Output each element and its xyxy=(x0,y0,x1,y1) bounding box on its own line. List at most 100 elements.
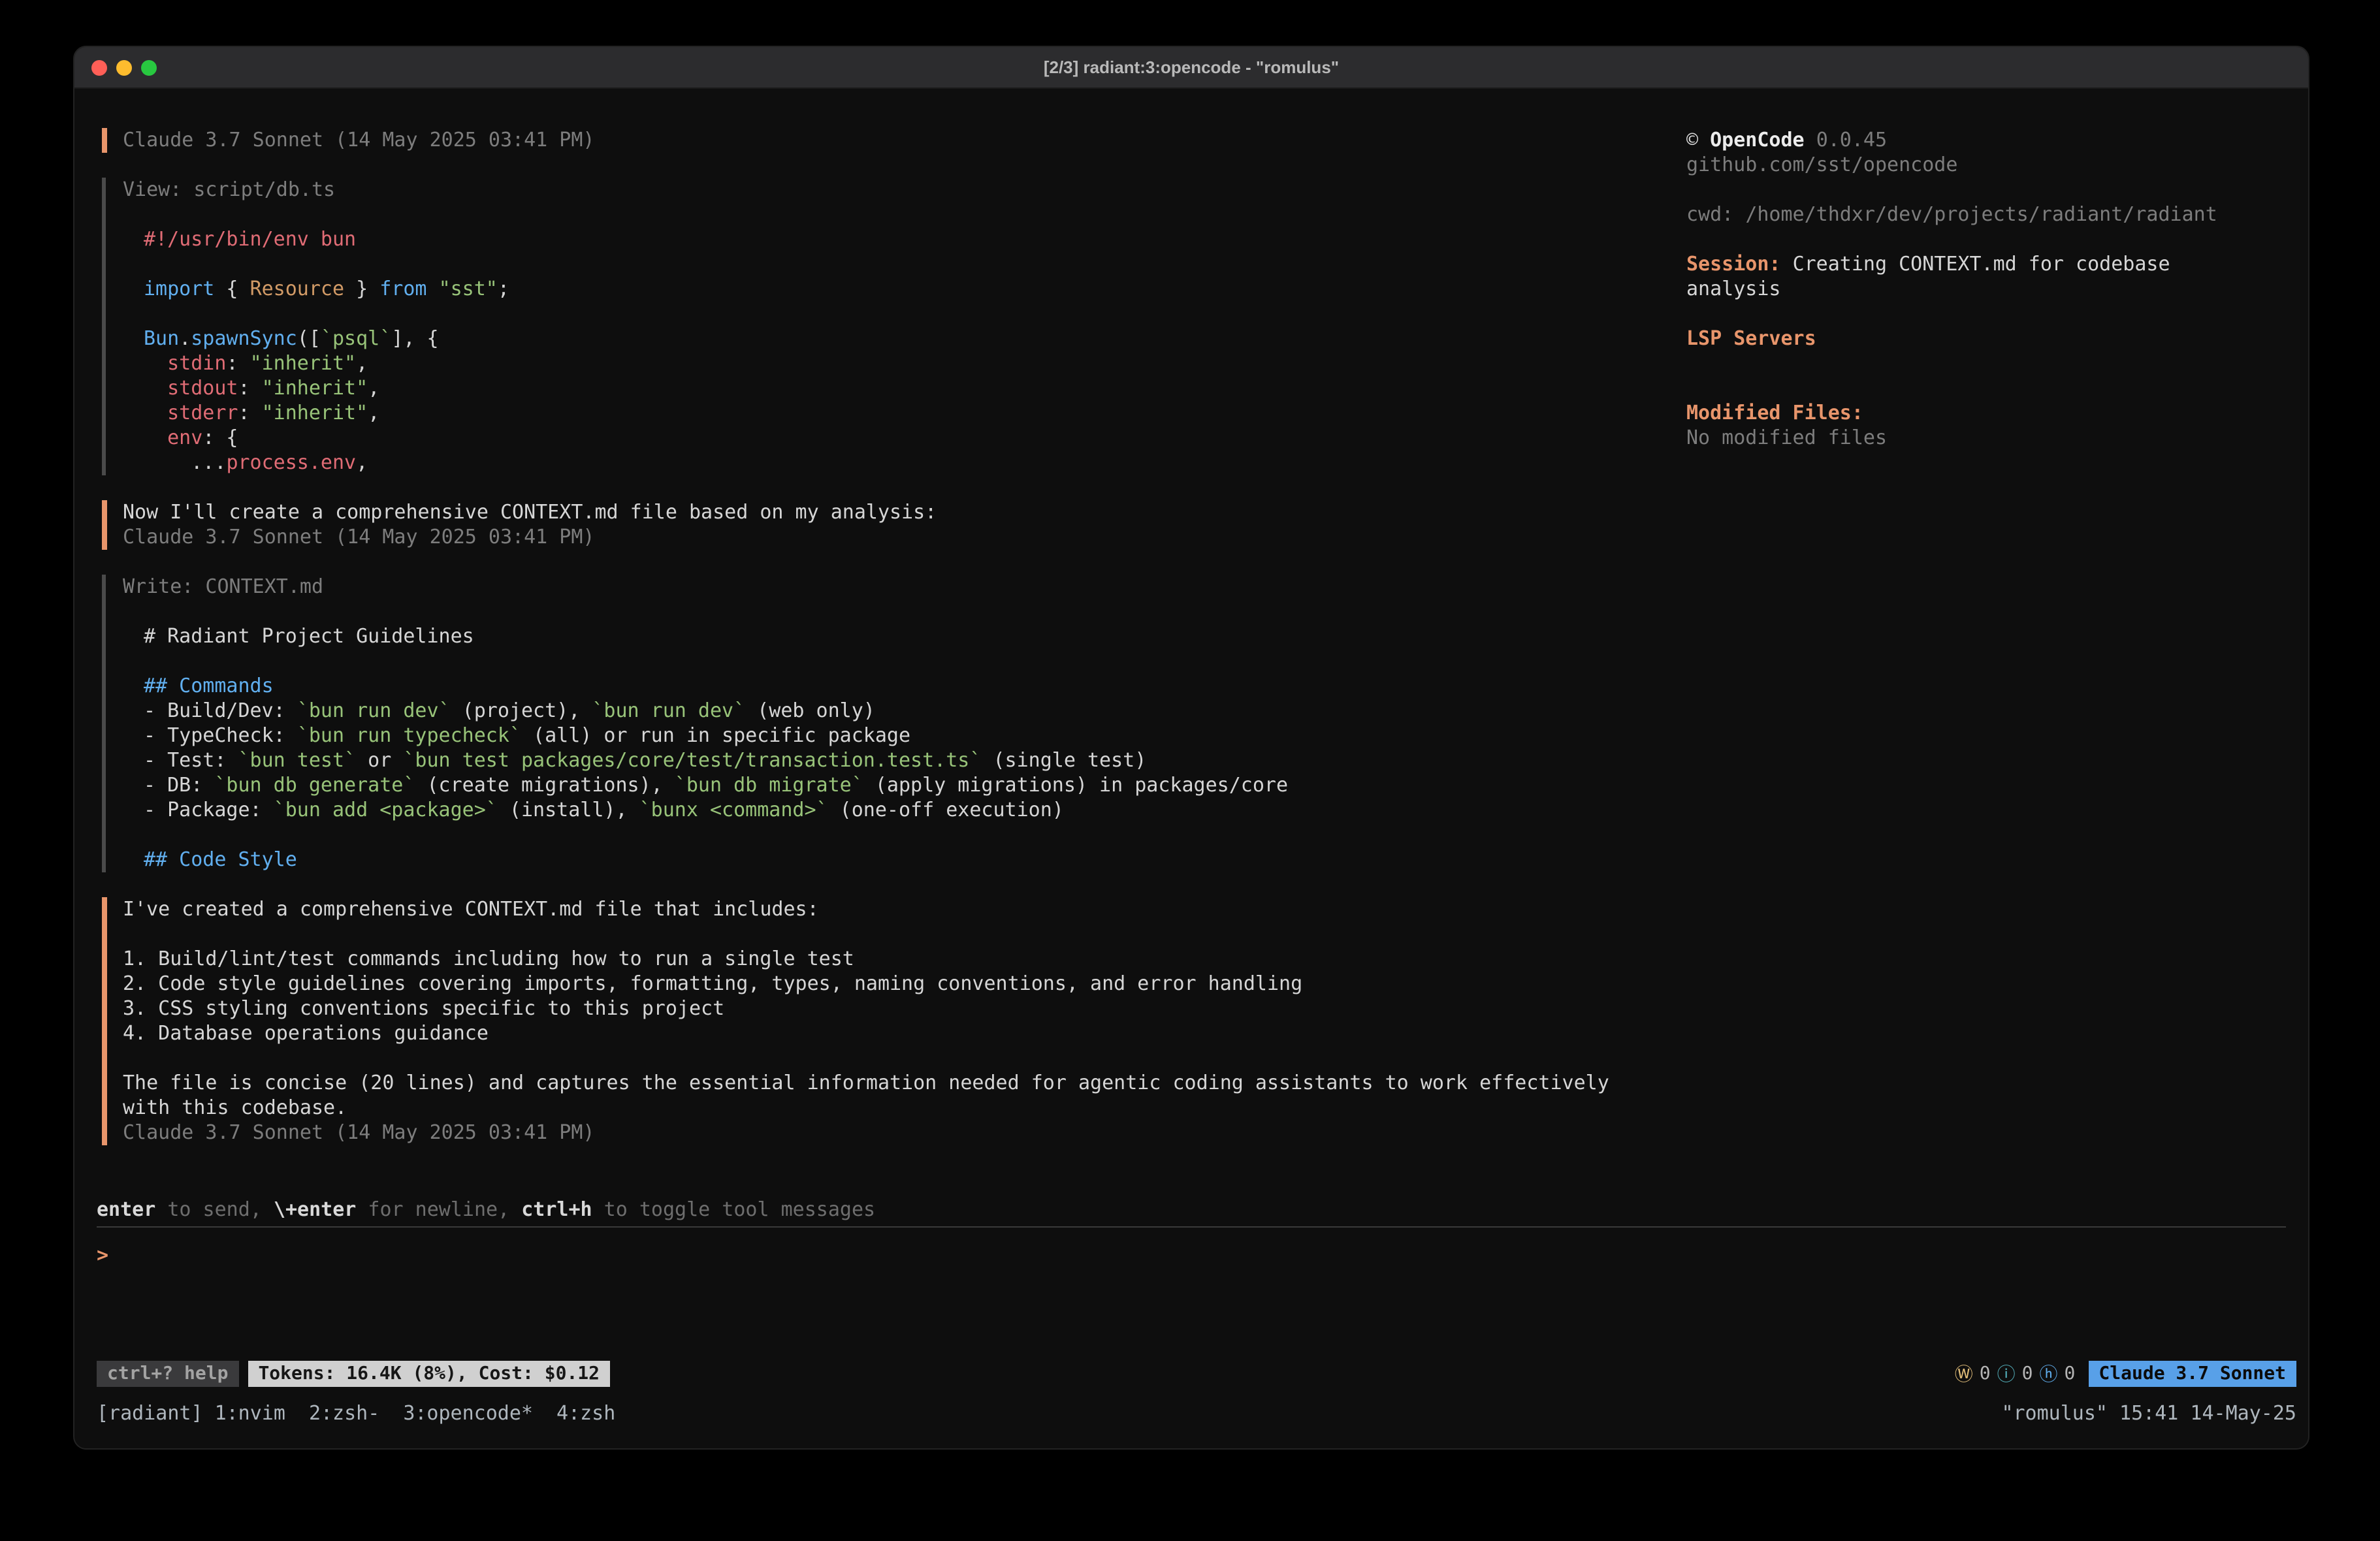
text-segment xyxy=(144,426,167,449)
text-segment: ## Code Style xyxy=(144,848,297,871)
traffic-lights xyxy=(91,47,157,87)
tmux-session-name: [radiant] xyxy=(97,1401,203,1425)
opencode-logo-icon: © xyxy=(1686,128,1698,151)
text-segment: env xyxy=(167,426,202,449)
text-segment: - DB: xyxy=(144,773,214,797)
text-segment: , xyxy=(356,451,368,474)
warning-icon: Ⓦ xyxy=(1955,1361,1973,1387)
app-name: OpenCode xyxy=(1710,128,1805,151)
repo-link[interactable]: github.com/sst/opencode xyxy=(1686,153,2300,178)
text-line: import { Resource } from "sst"; xyxy=(123,277,1617,302)
cwd-label: cwd: xyxy=(1686,202,1733,226)
window-title: [2/3] radiant:3:opencode - "romulus" xyxy=(74,57,2308,77)
info-icon: ⓘ xyxy=(1997,1361,2016,1387)
text-segment: Write: CONTEXT.md xyxy=(123,575,323,598)
text-segment: "inherit" xyxy=(262,376,368,400)
text-segment: - Package: xyxy=(144,798,274,821)
text-line: with this codebase. xyxy=(123,1096,1617,1120)
text-line: 3. CSS styling conventions specific to t… xyxy=(123,996,1617,1021)
minimize-button[interactable] xyxy=(116,59,132,75)
prompt-input[interactable]: > xyxy=(97,1228,2286,1380)
tmux-window-item[interactable]: 4:zsh xyxy=(556,1401,615,1425)
model-badge[interactable]: Claude 3.7 Sonnet xyxy=(2088,1361,2296,1387)
text-segment: `bun add <package>` xyxy=(274,798,498,821)
spacer xyxy=(1686,227,2300,252)
tmux-window-item[interactable]: 1:nvim xyxy=(215,1401,285,1425)
text-line: View: script/db.ts xyxy=(123,178,1617,202)
modified-files-empty: No modified files xyxy=(1686,426,2300,451)
modified-files-heading: Modified Files: xyxy=(1686,401,2300,426)
app-version: 0.0.45 xyxy=(1816,128,1887,151)
text-segment: "sst" xyxy=(439,277,498,300)
text-segment: : xyxy=(226,351,249,375)
text-line: Bun.spawnSync([`psql`], { xyxy=(123,326,1617,351)
tmux-host-clock: "romulus" 15:41 14-May-25 xyxy=(2001,1401,2296,1426)
text-line: Write: CONTEXT.md xyxy=(123,575,1617,599)
tmux-window-item[interactable]: 2:zsh- xyxy=(309,1401,379,1425)
assistant-message: Claude 3.7 Sonnet (14 May 2025 03:41 PM) xyxy=(102,128,1617,153)
text-segment: - Build/Dev: xyxy=(144,699,297,722)
zoom-button[interactable] xyxy=(141,59,157,75)
text-line: Claude 3.7 Sonnet (14 May 2025 03:41 PM) xyxy=(123,128,1617,153)
text-line: Claude 3.7 Sonnet (14 May 2025 03:41 PM) xyxy=(123,525,1617,550)
keybind-key: \+enter xyxy=(274,1198,356,1221)
status-bar: ctrl+? help Tokens: 16.4K (8%), Cost: $0… xyxy=(97,1361,2296,1387)
text-segment: Resource xyxy=(250,277,345,300)
keybind-text: to send, xyxy=(155,1198,274,1221)
text-segment: - TypeCheck: xyxy=(144,723,297,747)
text-line: - DB: `bun db generate` (create migratio… xyxy=(123,773,1617,798)
text-segment: import xyxy=(144,277,214,300)
session-title: Creating CONTEXT.md for codebase xyxy=(1793,252,2170,276)
keybind-key: ctrl+h xyxy=(521,1198,592,1221)
text-segment: : { xyxy=(202,426,238,449)
text-segment: stdout xyxy=(167,376,238,400)
spacer xyxy=(1686,178,2300,202)
text-line: 1. Build/lint/test commands including ho… xyxy=(123,947,1617,972)
text-segment: } xyxy=(344,277,379,300)
tmux-status-bar: [radiant] 1:nvim 2:zsh- 3:opencode* 4:zsh "r… xyxy=(97,1401,2296,1426)
chat-transcript: Claude 3.7 Sonnet (14 May 2025 03:41 PM)… xyxy=(102,128,1617,1170)
text-segment: `bun test` xyxy=(238,748,357,772)
text-segment: 1. Build/lint/test commands including ho… xyxy=(123,947,854,970)
text-line: ## Commands xyxy=(123,674,1617,699)
text-segment: Claude 3.7 Sonnet (14 May 2025 03:41 PM) xyxy=(123,525,594,548)
text-segment xyxy=(427,277,439,300)
spacer xyxy=(1686,351,2300,376)
text-segment: `bun db migrate` xyxy=(675,773,863,797)
text-segment: from xyxy=(379,277,426,300)
tmux-window-item[interactable]: 3:opencode* xyxy=(403,1401,533,1425)
text-segment: , xyxy=(356,351,368,375)
text-segment: I've created a comprehensive CONTEXT.md … xyxy=(123,897,819,921)
text-segment: 4. Database operations guidance xyxy=(123,1021,489,1045)
prompt-symbol: > xyxy=(97,1243,108,1267)
text-segment xyxy=(144,376,167,400)
text-segment: "inherit" xyxy=(262,401,368,424)
text-line: env: { xyxy=(123,426,1617,451)
text-segment: ## Commands xyxy=(144,674,274,697)
text-segment: # Radiant Project Guidelines xyxy=(144,624,474,648)
cwd-path: /home/thdxr/dev/projects/radiant/radiant xyxy=(1745,202,2217,226)
terminal-body: Claude 3.7 Sonnet (14 May 2025 03:41 PM)… xyxy=(74,89,2308,1448)
text-segment: Claude 3.7 Sonnet (14 May 2025 03:41 PM) xyxy=(123,1120,594,1144)
text-segment: . xyxy=(179,326,191,350)
text-segment: or xyxy=(356,748,403,772)
info-count: 0 xyxy=(2022,1363,2033,1384)
text-segment: , xyxy=(368,376,379,400)
text-segment: `bun test packages/core/test/transaction… xyxy=(403,748,981,772)
warning-count: 0 xyxy=(1980,1363,1991,1384)
text-segment: , xyxy=(368,401,379,424)
text-segment: `bun run dev` xyxy=(592,699,745,722)
text-segment: ... xyxy=(144,451,226,474)
app-title: © OpenCode 0.0.45 xyxy=(1686,128,2300,153)
text-segment: The file is concise (20 lines) and captu… xyxy=(123,1071,1609,1094)
text-segment: 3. CSS styling conventions specific to t… xyxy=(123,996,724,1020)
close-button[interactable] xyxy=(91,59,107,75)
text-segment: (create migrations), xyxy=(415,773,674,797)
text-segment xyxy=(144,351,167,375)
text-segment xyxy=(144,401,167,424)
text-line: The file is concise (20 lines) and captu… xyxy=(123,1071,1617,1096)
text-segment: stdin xyxy=(167,351,226,375)
hint-icon: ⓗ xyxy=(2040,1361,2058,1387)
text-segment: (apply migrations) in packages/core xyxy=(863,773,1288,797)
help-badge[interactable]: ctrl+? help xyxy=(97,1361,238,1387)
